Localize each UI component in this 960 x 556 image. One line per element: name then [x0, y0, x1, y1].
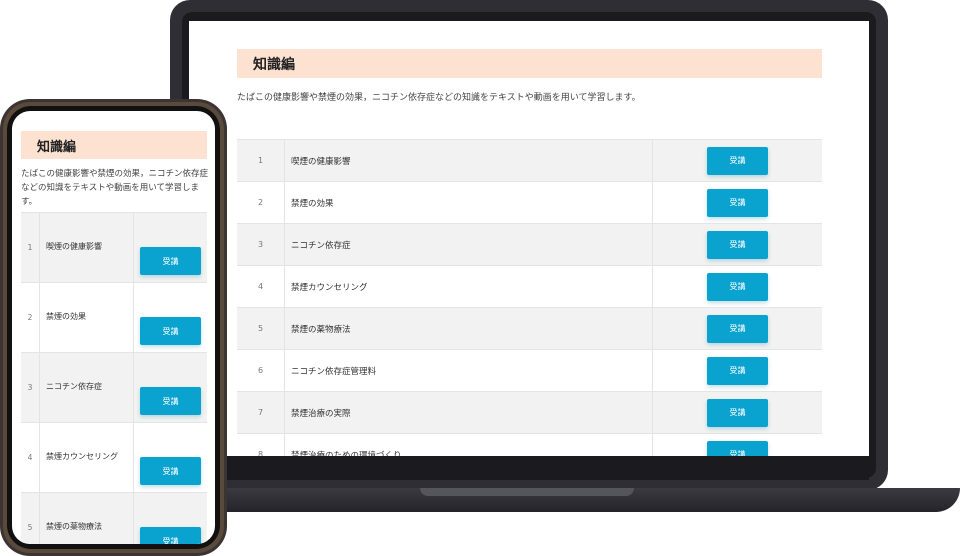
lesson-title: 禁煙カウンセリング — [285, 266, 653, 307]
section-title-banner: 知識編 — [237, 49, 822, 78]
table-row: 5 禁煙の薬物療法 受講 — [237, 308, 822, 350]
lesson-title: 禁煙カウンセリング — [40, 423, 134, 492]
table-row: 3 ニコチン依存症 受講 — [237, 224, 822, 266]
lesson-number: 3 — [237, 224, 285, 265]
lesson-title: 喫煙の健康影響 — [285, 140, 653, 181]
lesson-number: 7 — [237, 392, 285, 433]
section-title: 知識編 — [253, 56, 295, 73]
lesson-title: 禁煙の薬物療法 — [40, 493, 134, 544]
lesson-number: 1 — [237, 140, 285, 181]
section-description: たばこの健康影響や禁煙の効果，ニコチン依存症などの知識をテキストや動画を用いて学… — [237, 93, 641, 103]
enroll-button[interactable]: 受講 — [707, 230, 768, 259]
lesson-number: 4 — [237, 266, 285, 307]
section-title-banner: 知識編 — [21, 131, 207, 159]
enroll-button[interactable]: 受講 — [140, 457, 201, 485]
lesson-title: ニコチン依存症管理料 — [285, 350, 653, 391]
table-row: 1 喫煙の健康影響 受講 — [21, 213, 207, 283]
enroll-button[interactable]: 受講 — [140, 317, 201, 345]
enroll-button[interactable]: 受講 — [707, 188, 768, 217]
table-row: 4 禁煙カウンセリング 受講 — [21, 423, 207, 493]
lesson-title: ニコチン依存症 — [285, 224, 653, 265]
lesson-number: 2 — [237, 182, 285, 223]
lesson-number: 5 — [237, 308, 285, 349]
section-title: 知識編 — [37, 139, 77, 155]
enroll-button[interactable]: 受講 — [707, 398, 768, 427]
laptop-trackpad-notch — [420, 488, 634, 496]
table-row: 2 禁煙の効果 受講 — [237, 182, 822, 224]
lesson-number: 5 — [21, 493, 40, 544]
section-description: たばこの健康影響や禁煙の効果，ニコチン依存症などの知識をテキストや動画を用いて学… — [21, 169, 209, 207]
lesson-number: 3 — [21, 353, 40, 422]
lesson-table: 1 喫煙の健康影響 受講 2 禁煙の効果 受講 3 ニコチン依存症 受講 4 禁… — [237, 139, 822, 456]
lesson-title: 禁煙の効果 — [285, 182, 653, 223]
lesson-number: 4 — [21, 423, 40, 492]
enroll-button[interactable]: 受講 — [707, 356, 768, 385]
table-row: 8 禁煙治療のための環境づくり 受講 — [237, 434, 822, 456]
lesson-number: 2 — [21, 283, 40, 352]
lesson-title: 禁煙治療の実際 — [285, 392, 653, 433]
table-row: 1 喫煙の健康影響 受講 — [237, 140, 822, 182]
lesson-number: 1 — [21, 213, 40, 282]
lesson-number: 8 — [237, 434, 285, 456]
table-row: 5 禁煙の薬物療法 受講 — [21, 493, 207, 544]
enroll-button[interactable]: 受講 — [140, 527, 201, 544]
table-row: 7 禁煙治療の実際 受講 — [237, 392, 822, 434]
lesson-title: ニコチン依存症 — [40, 353, 134, 422]
lesson-title: 喫煙の健康影響 — [40, 213, 134, 282]
table-row: 3 ニコチン依存症 受講 — [21, 353, 207, 423]
enroll-button[interactable]: 受講 — [707, 440, 768, 456]
lesson-number: 6 — [237, 350, 285, 391]
laptop-page-content: 知識編 たばこの健康影響や禁煙の効果，ニコチン依存症などの知識をテキストや動画を… — [237, 49, 822, 456]
lesson-table: 1 喫煙の健康影響 受講 2 禁煙の効果 受講 3 ニコチン依存症 受講 4 禁… — [21, 212, 207, 544]
enroll-button[interactable]: 受講 — [140, 387, 201, 415]
laptop-chin — [189, 456, 869, 480]
lesson-title: 禁煙治療のための環境づくり — [285, 434, 653, 456]
laptop-screen: 知識編 たばこの健康影響や禁煙の効果，ニコチン依存症などの知識をテキストや動画を… — [189, 21, 869, 456]
lesson-title: 禁煙の薬物療法 — [285, 308, 653, 349]
phone-screen: 知識編 たばこの健康影響や禁煙の効果，ニコチン依存症などの知識をテキストや動画を… — [12, 111, 215, 544]
table-row: 2 禁煙の効果 受講 — [21, 283, 207, 353]
enroll-button[interactable]: 受講 — [707, 146, 768, 175]
enroll-button[interactable]: 受講 — [140, 247, 201, 275]
table-row: 6 ニコチン依存症管理料 受講 — [237, 350, 822, 392]
table-row: 4 禁煙カウンセリング 受講 — [237, 266, 822, 308]
lesson-title: 禁煙の効果 — [40, 283, 134, 352]
enroll-button[interactable]: 受講 — [707, 314, 768, 343]
enroll-button[interactable]: 受講 — [707, 272, 768, 301]
